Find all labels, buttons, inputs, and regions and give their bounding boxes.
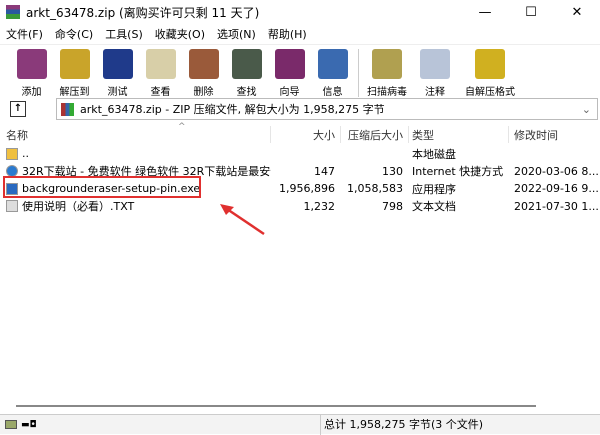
close-button[interactable]: ✕ — [554, 5, 600, 20]
text-file-icon — [6, 200, 18, 212]
menu-bar: 文件(F) 命令(C) 工具(S) 收藏夹(O) 选项(N) 帮助(H) — [0, 24, 600, 44]
find-icon — [231, 49, 262, 79]
status-bar: ▬◘ 总计 1,958,275 字节(3 个文件) — [0, 414, 600, 435]
title-bar: arkt_63478.zip (离购买许可只剩 11 天了) — ☐ ✕ — [0, 0, 600, 24]
chevron-down-icon[interactable]: ⌄ — [582, 103, 591, 116]
toolbar-label: 解压到 — [59, 87, 90, 98]
file-type: Internet 快捷方式 — [412, 165, 504, 178]
minimize-button[interactable]: — — [462, 5, 508, 20]
test-icon — [102, 49, 133, 79]
col-modified[interactable]: 修改时间 — [514, 127, 558, 143]
toolbar-button-info[interactable]: 信息 — [311, 49, 354, 98]
red-arrow-annotation — [220, 204, 265, 236]
menu-file[interactable]: 文件(F) — [6, 26, 43, 42]
file-row[interactable]: .. 本地磁盘 — [0, 145, 600, 162]
toolbar-button-view[interactable]: 查看 — [139, 49, 182, 98]
file-modified: 2021-07-30 1... — [514, 199, 599, 213]
column-header: 名称 ^ 大小 压缩后大小 类型 修改时间 — [0, 122, 600, 143]
status-total: 总计 1,958,275 字节(3 个文件) — [320, 414, 483, 435]
toolbar-label: 自解压格式 — [465, 87, 515, 98]
toolbar-separator — [358, 49, 359, 97]
menu-help[interactable]: 帮助(H) — [268, 26, 307, 42]
toolbar-label: 信息 — [322, 87, 343, 98]
toolbar-button-delete[interactable]: 删除 — [182, 49, 225, 98]
view-icon — [145, 49, 176, 79]
file-size: 1,232 — [303, 199, 336, 213]
winrar-icon — [6, 5, 20, 19]
file-packed: 798 — [382, 199, 403, 213]
toolbar-button-add-archive[interactable]: 添加 — [10, 49, 53, 98]
horizontal-scrollbar[interactable] — [16, 405, 536, 407]
menu-commands[interactable]: 命令(C) — [55, 26, 93, 42]
file-type: 本地磁盘 — [412, 147, 456, 161]
toolbar-button-scan-virus[interactable]: 扫描病毒 — [363, 49, 411, 98]
toolbar-label: 查看 — [150, 87, 171, 98]
file-row[interactable]: 使用说明（必看）.TXT 1,232 798 文本文档 2021-07-30 1… — [0, 198, 600, 215]
highlight-box — [3, 176, 201, 198]
toolbar-button-comment[interactable]: 注释 — [411, 49, 459, 98]
delete-icon — [188, 49, 219, 79]
toolbar-label: 添加 — [21, 87, 42, 98]
toolbar-label: 删除 — [193, 87, 214, 98]
file-packed: 130 — [382, 164, 403, 178]
maximize-button[interactable]: ☐ — [508, 5, 554, 20]
col-name[interactable]: 名称 — [6, 127, 271, 143]
file-packed: 1,058,583 — [347, 182, 403, 195]
comment-icon — [420, 49, 450, 79]
menu-tools[interactable]: 工具(S) — [105, 26, 143, 42]
col-type[interactable]: 类型 — [412, 127, 434, 143]
toolbar: 添加 解压到 测试 查看 删除 查找 向导 信息 扫描病毒 注释 自解压格式 — [0, 44, 600, 100]
file-type: 文本文档 — [412, 200, 456, 213]
window-title: arkt_63478.zip (离购买许可只剩 11 天了) — [26, 5, 260, 20]
col-packed[interactable]: 压缩后大小 — [348, 127, 403, 143]
sort-indicator-icon: ^ — [178, 122, 186, 132]
zip-icon — [61, 102, 74, 116]
path-text: arkt_63478.zip - ZIP 压缩文件, 解包大小为 1,958,2… — [80, 103, 385, 116]
up-folder-button[interactable]: ↑ — [10, 101, 26, 117]
file-name: 使用说明（必看）.TXT — [22, 200, 135, 213]
add-archive-icon — [16, 49, 47, 79]
file-size: 1,956,896 — [279, 182, 335, 195]
file-list: 名称 ^ 大小 压缩后大小 类型 修改时间 .. 本地磁盘 32R下载站 - 免… — [0, 122, 600, 414]
toolbar-button-find[interactable]: 查找 — [225, 49, 268, 98]
key-icon: ▬◘ — [21, 419, 37, 430]
folder-icon — [6, 147, 18, 160]
toolbar-label: 测试 — [107, 87, 128, 98]
scan-virus-icon — [372, 49, 402, 79]
menu-options[interactable]: 选项(N) — [217, 26, 256, 42]
file-type: 应用程序 — [412, 182, 456, 196]
extract-to-icon — [59, 49, 90, 79]
toolbar-label: 向导 — [279, 87, 300, 98]
info-icon — [317, 49, 348, 79]
path-dropdown[interactable]: arkt_63478.zip - ZIP 压缩文件, 解包大小为 1,958,2… — [56, 98, 598, 120]
file-modified: 2020-03-06 8... — [514, 164, 599, 178]
sfx-icon — [475, 49, 505, 79]
toolbar-label: 注释 — [425, 87, 445, 98]
file-size: 147 — [314, 164, 335, 178]
file-name: .. — [22, 147, 29, 160]
wizard-icon — [274, 49, 305, 79]
file-modified: 2022-09-16 9... — [514, 182, 599, 195]
toolbar-button-test[interactable]: 测试 — [96, 49, 139, 98]
menu-favorites[interactable]: 收藏夹(O) — [155, 26, 205, 42]
col-size[interactable]: 大小 — [313, 127, 335, 143]
toolbar-label: 扫描病毒 — [367, 87, 407, 98]
toolbar-button-sfx[interactable]: 自解压格式 — [459, 49, 521, 98]
toolbar-label: 查找 — [236, 87, 257, 98]
toolbar-button-wizard[interactable]: 向导 — [268, 49, 311, 98]
drive-icon — [5, 420, 17, 429]
address-bar: ↑ arkt_63478.zip - ZIP 压缩文件, 解包大小为 1,958… — [0, 97, 600, 121]
toolbar-button-extract-to[interactable]: 解压到 — [53, 49, 96, 98]
